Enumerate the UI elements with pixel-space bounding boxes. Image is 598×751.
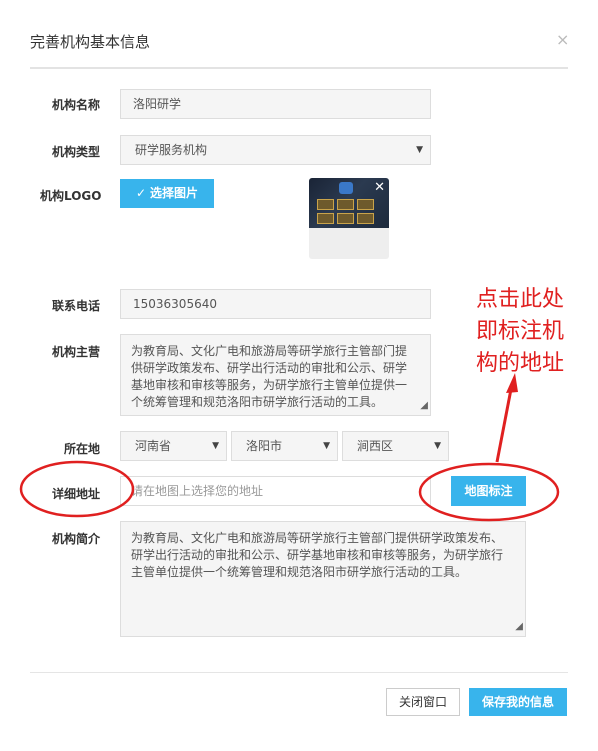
intro-line: 为教育局、文化广电和旅游局等研学旅行主管部门提供研学政策发布、	[131, 531, 504, 545]
city-select[interactable]: 洛阳市 ▼	[231, 431, 338, 461]
header-divider	[30, 67, 568, 69]
city-value: 洛阳市	[246, 439, 283, 453]
logo-thumbnail: ✕	[309, 178, 389, 259]
modal-title: 完善机构基本信息	[30, 33, 151, 51]
annotation-line: 构的地址	[476, 351, 565, 376]
check-icon: ✓	[135, 186, 147, 200]
intro-line: 主管单位提供一个统筹管理和规范洛阳市研学旅行活动的工具。	[131, 565, 468, 579]
business-line: 基地审核和审核等服务，为研学旅行主管单位提供一	[131, 378, 408, 392]
business-line: 为教育局、文化广电和旅游局等研学旅行主管部门提	[131, 344, 408, 358]
intro-textarea[interactable]: 为教育局、文化广电和旅游局等研学旅行主管部门提供研学政策发布、 研学出行活动的审…	[120, 521, 526, 637]
resize-handle-icon[interactable]: ◢	[420, 397, 428, 414]
resize-handle-icon[interactable]: ◢	[515, 618, 523, 635]
intro-line: 研学出行活动的审批和公示、研学基地审核和审核等服务，为研学旅行	[131, 548, 504, 562]
logo-label: 机构LOGO	[40, 189, 102, 203]
name-label: 机构名称	[52, 98, 101, 112]
business-line: 个统筹管理和规范洛阳市研学旅行活动的工具。	[131, 395, 384, 409]
address-label: 详细地址	[52, 487, 101, 501]
annotation-text: 点击此处 即标注机 构的地址	[476, 284, 594, 380]
type-label: 机构类型	[52, 145, 101, 159]
business-line: 供研学政策发布、研学出行活动的审批和公示、研学	[131, 361, 408, 375]
close-window-button[interactable]: 关闭窗口	[386, 688, 460, 716]
type-select[interactable]: 研学服务机构 ▼	[120, 135, 431, 165]
location-label: 所在地	[64, 442, 101, 456]
province-value: 河南省	[135, 439, 172, 453]
address-input[interactable]: 请在地图上选择您的地址	[120, 476, 431, 506]
business-label: 机构主营	[52, 345, 101, 359]
intro-label: 机构简介	[52, 532, 101, 546]
save-info-button[interactable]: 保存我的信息	[469, 688, 567, 716]
annotation-line: 即标注机	[476, 319, 565, 344]
phone-input[interactable]: 15036305640	[120, 289, 431, 319]
chevron-down-icon: ▼	[434, 441, 441, 451]
annotation-line: 点击此处	[476, 287, 565, 312]
chevron-down-icon: ▼	[323, 441, 330, 451]
phone-label: 联系电话	[52, 299, 101, 313]
chevron-down-icon: ▼	[416, 145, 423, 155]
chevron-down-icon: ▼	[212, 441, 219, 451]
province-select[interactable]: 河南省 ▼	[120, 431, 227, 461]
annotation-arrow-line	[495, 383, 514, 463]
map-mark-button[interactable]: 地图标注	[451, 476, 526, 506]
name-input[interactable]: 洛阳研学	[120, 89, 431, 119]
select-image-button[interactable]: ✓ 选择图片	[120, 179, 214, 208]
remove-image-icon[interactable]: ✕	[374, 180, 385, 195]
select-image-label: 选择图片	[150, 186, 199, 200]
district-select[interactable]: 涧西区 ▼	[342, 431, 449, 461]
business-textarea[interactable]: 为教育局、文化广电和旅游局等研学旅行主管部门提 供研学政策发布、研学出行活动的审…	[120, 334, 431, 416]
footer-divider	[30, 672, 568, 673]
district-value: 涧西区	[357, 439, 394, 453]
type-select-value: 研学服务机构	[135, 143, 208, 157]
close-icon[interactable]: ×	[556, 30, 569, 49]
